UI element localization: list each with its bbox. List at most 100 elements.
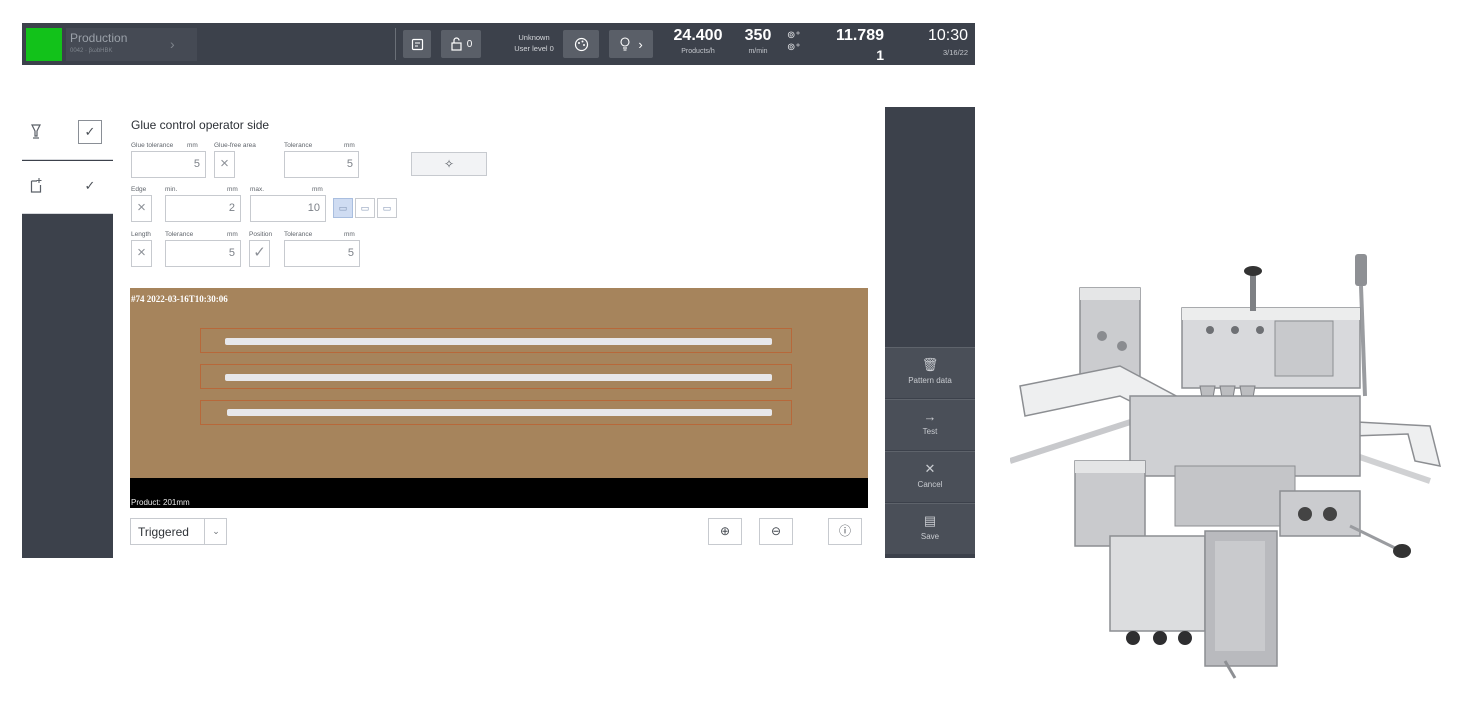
glue-bead [227, 409, 772, 416]
machine-speed: 350 m/min [736, 27, 780, 55]
arrow-right-icon: → [923, 409, 937, 424]
save-button[interactable]: ▤ Save [885, 503, 975, 554]
check-icon: ✓ [253, 244, 266, 261]
test-label: Test [922, 427, 938, 436]
edge-toggle[interactable]: × [131, 195, 152, 222]
length-tolerance-input[interactable]: 5 [165, 240, 241, 267]
product-length-label: Product: 201mm [131, 498, 190, 507]
connector [1355, 254, 1367, 286]
close-icon: × [137, 244, 146, 261]
speed-unit: m/min [748, 48, 768, 55]
trigger-mode-select[interactable]: Triggered ⌄ [130, 518, 227, 545]
image-caption: #74 2022-03-16T10:30:06 [131, 294, 228, 304]
position-tolerance-unit: mm [344, 231, 355, 238]
edge-mode-middle-button[interactable]: ▭ [355, 198, 375, 218]
mode-selector[interactable]: Production 0042 · βωbHBK › [66, 28, 197, 61]
zoom-in-button[interactable]: ⊕ [708, 518, 742, 545]
glue-control-unit-image [1010, 254, 1442, 679]
pattern-data-label: Pattern data [908, 376, 952, 385]
mode-title: Production [70, 31, 128, 45]
position-tolerance-label: Tolerance [284, 231, 313, 238]
tolerance-input[interactable]: 5 [284, 151, 359, 178]
zoom-in-icon: ⊕ [719, 524, 731, 538]
glue-free-area-label: Glue-free area [214, 142, 256, 149]
glue-tolerance-label: Glue tolerance [131, 142, 174, 149]
lock-icon [451, 37, 462, 51]
lock-count: 0 [466, 38, 473, 50]
inspection-image-viewer[interactable]: #74 2022-03-16T10:30:06 Product: 201mm [130, 288, 868, 508]
glue-valve-icon [30, 123, 42, 142]
chevron-right-icon: › [638, 36, 643, 52]
edge-label: Edge [131, 186, 147, 193]
rate-value: 24.400 [673, 27, 723, 44]
divider [395, 28, 396, 60]
lock-button[interactable]: 0 [441, 30, 481, 58]
notes-button[interactable] [403, 30, 431, 58]
length-tolerance-label: Tolerance [165, 231, 194, 238]
clock-time: 10:30 [927, 27, 968, 44]
sheet-icon [30, 177, 43, 196]
check-icon: ✓ [78, 120, 102, 144]
zoom-out-icon: ⊖ [770, 524, 782, 538]
test-button[interactable]: → Test [885, 399, 975, 450]
magic-wand-icon: ✧ [443, 157, 455, 171]
nav-item-glue-control[interactable]: ✓ [22, 107, 113, 160]
counter-icons: ⊚⁺ ⊚⁺ [787, 30, 805, 54]
close-icon: × [220, 155, 229, 172]
right-panel: 🗑 Pattern data → Test ✕ Cancel ▤ Save [885, 107, 975, 558]
edge-mode-top-button[interactable]: ▭ [333, 198, 353, 218]
nav-item-sheet[interactable]: ✓ [22, 161, 113, 214]
trash-icon: 🗑 [921, 357, 939, 372]
min-unit: mm [227, 186, 238, 193]
rate-unit: Products/h [681, 48, 715, 55]
save-label: Save [920, 532, 940, 541]
machine-status-indicator [26, 28, 62, 61]
inspected-board: #74 2022-03-16T10:30:06 [130, 288, 868, 478]
theme-button[interactable] [563, 30, 599, 58]
save-icon: ▤ [923, 513, 937, 528]
edge-mode-bottom-button[interactable]: ▭ [377, 198, 397, 218]
glue-bead [225, 338, 772, 345]
top-bar: Production 0042 · βωbHBK › 0 Unknown Use… [22, 23, 975, 65]
counter-total: 11.789 [835, 27, 884, 44]
note-icon [411, 38, 423, 50]
page-title: Glue control operator side [131, 118, 270, 132]
length-tolerance-unit: mm [227, 231, 238, 238]
counter-batch: 1 [876, 47, 884, 63]
position-tolerance-input[interactable]: 5 [284, 240, 360, 267]
edge-min-input[interactable]: 2 [165, 195, 241, 222]
glue-tolerance-input[interactable]: 5 [131, 151, 206, 178]
palette-icon [574, 37, 588, 51]
position-label: Position [249, 231, 273, 238]
edge-middle-icon: ▭ [360, 203, 370, 213]
position-toggle[interactable]: ✓ [249, 240, 270, 267]
info-icon: ⓘ [838, 524, 851, 538]
auto-teach-button[interactable]: ✧ [411, 152, 487, 176]
clock-date: 3/16/22 [942, 48, 968, 57]
counter-total-icon: ⊚⁺ [787, 30, 801, 41]
pattern-data-button[interactable]: 🗑 Pattern data [885, 347, 975, 398]
counter-batch-icon: ⊚⁺ [787, 42, 801, 53]
max-unit: mm [312, 186, 323, 193]
close-icon: ✕ [924, 461, 936, 476]
length-toggle[interactable]: × [131, 240, 152, 267]
glue-bead [225, 374, 772, 381]
glue-free-area-toggle[interactable]: × [214, 151, 235, 178]
cancel-button[interactable]: ✕ Cancel [885, 451, 975, 502]
edge-bottom-icon: ▭ [382, 203, 392, 213]
clock: 10:30 3/16/22 [906, 27, 968, 57]
user-name: Unknown [518, 33, 550, 42]
max-label: max. [250, 186, 265, 193]
chevron-down-icon: ⌄ [204, 519, 227, 544]
edge-max-input[interactable]: 10 [250, 195, 326, 222]
chevron-right-icon: › [170, 36, 175, 52]
tolerance-unit: mm [344, 142, 355, 149]
check-icon: ✓ [84, 178, 96, 193]
user-info[interactable]: Unknown User level 0 [496, 32, 572, 54]
user-level: User level 0 [514, 44, 554, 53]
hmi-screen: Production 0042 · βωbHBK › 0 Unknown Use… [22, 23, 975, 558]
light-button[interactable]: › [609, 30, 653, 58]
info-button[interactable]: ⓘ [828, 518, 862, 545]
zoom-out-button[interactable]: ⊖ [759, 518, 793, 545]
lightbulb-icon [620, 37, 630, 51]
